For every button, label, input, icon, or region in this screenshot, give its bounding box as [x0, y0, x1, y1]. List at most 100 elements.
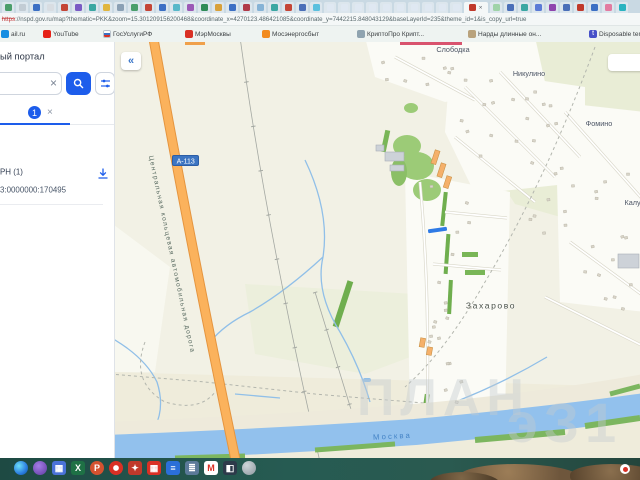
- browser-tab[interactable]: [602, 1, 614, 13]
- place-label-калуж: Калуж: [624, 199, 640, 207]
- tab-favicon: [186, 3, 194, 11]
- house-footprint: [489, 79, 494, 83]
- close-tab-icon[interactable]: ×: [47, 107, 53, 118]
- browser-tab[interactable]: [86, 1, 98, 13]
- house-footprint: [437, 280, 442, 285]
- excel-icon[interactable]: X: [71, 461, 85, 475]
- tab-favicon: [74, 3, 82, 11]
- results-tab[interactable]: 1 ×: [0, 103, 114, 125]
- browser-tab[interactable]: [352, 1, 364, 13]
- clear-search-icon[interactable]: ×: [50, 76, 57, 90]
- tab-favicon: [256, 3, 264, 11]
- browser-tab[interactable]: [2, 1, 14, 13]
- browser-tab[interactable]: [170, 1, 182, 13]
- cadastral-number-link[interactable]: 3:0000000:170495: [0, 186, 66, 195]
- bookmarks-bar[interactable]: ail.ru YouTube ГосУслугиРФ МэрМосквы Мосэнер…: [0, 26, 640, 42]
- browser-tab[interactable]: [198, 1, 210, 13]
- browser-tab-active[interactable]: ×: [464, 1, 488, 13]
- browser-tab[interactable]: [560, 1, 572, 13]
- browser-tab[interactable]: [504, 1, 516, 13]
- active-tab-underline: [0, 123, 70, 125]
- browser-tab[interactable]: [490, 1, 502, 13]
- tab-favicon: [424, 3, 432, 11]
- browser-tab-strip[interactable]: ×: [0, 0, 640, 13]
- house-footprint: [620, 307, 625, 311]
- browser-tab[interactable]: [114, 1, 126, 13]
- browser-tab[interactable]: [366, 1, 378, 13]
- browser-tab[interactable]: [100, 1, 112, 13]
- browser-tab[interactable]: [184, 1, 196, 13]
- browser-tab[interactable]: [16, 1, 28, 13]
- house-footprint: [431, 325, 436, 329]
- map-layers-control[interactable]: [608, 54, 640, 71]
- map-pin-tray-icon[interactable]: [620, 464, 630, 474]
- browser-tab[interactable]: [408, 1, 420, 13]
- browser-tab[interactable]: [546, 1, 558, 13]
- m-red-app-icon[interactable]: M: [204, 461, 218, 475]
- red-ring-app-icon[interactable]: [109, 461, 123, 475]
- blue-tiles-app-icon[interactable]: ▦: [52, 461, 66, 475]
- powerpoint-icon[interactable]: P: [90, 461, 104, 475]
- browser-tab[interactable]: [296, 1, 308, 13]
- browser-tab[interactable]: [268, 1, 280, 13]
- browser-tab[interactable]: [72, 1, 84, 13]
- bookmark-item[interactable]: КриптоПро Крипт...: [356, 28, 459, 40]
- photos-app-icon[interactable]: ◧: [223, 461, 237, 475]
- browser-tab[interactable]: [518, 1, 530, 13]
- map-canvas[interactable]: « А-113 Центральная кольцевая автомобиль…: [115, 42, 640, 458]
- browser-tab[interactable]: [44, 1, 56, 13]
- address-bar[interactable]: https://nspd.gov.ru/map?thematic=PKK&zoo…: [0, 13, 640, 26]
- browser-tab[interactable]: [532, 1, 544, 13]
- bookmark-favicon: [1, 30, 9, 38]
- gray-sphere-app-icon[interactable]: [242, 461, 256, 475]
- browser-tab[interactable]: [254, 1, 266, 13]
- red-road-fragment: [400, 42, 462, 45]
- purple-app-icon[interactable]: [33, 461, 47, 475]
- search-button[interactable]: [66, 72, 91, 95]
- bookmark-item[interactable]: YouTube: [42, 28, 94, 40]
- browser-tab[interactable]: [58, 1, 70, 13]
- bookmark-item[interactable]: ail.ru: [1, 28, 34, 40]
- taskbar-apps[interactable]: ▦ X P ✦ ▦ ≡ ≣ M ◧: [14, 461, 256, 475]
- blue-document-icon[interactable]: ≡: [166, 461, 180, 475]
- browser-tab[interactable]: [212, 1, 224, 13]
- search-sidebar: ый портал × 1 × РН (1) 3:0000000:170495: [0, 42, 115, 458]
- browser-tab[interactable]: [436, 1, 448, 13]
- browser-tab[interactable]: [128, 1, 140, 13]
- browser-tab[interactable]: [588, 1, 600, 13]
- browser-tab[interactable]: [156, 1, 168, 13]
- gray-spreadsheet-icon[interactable]: ≣: [185, 461, 199, 475]
- tab-favicon: [548, 3, 556, 11]
- bookmark-item[interactable]: tDisposable tempora...: [589, 28, 640, 40]
- browser-tab[interactable]: [142, 1, 154, 13]
- browser-tab[interactable]: [240, 1, 252, 13]
- browser-tab[interactable]: [450, 1, 462, 13]
- bookmark-item[interactable]: МэрМосквы: [185, 28, 253, 40]
- tab-favicon: [172, 3, 180, 11]
- house-footprint: [511, 97, 516, 102]
- sidebar-collapse-button[interactable]: «: [121, 52, 141, 70]
- download-icon[interactable]: [97, 168, 109, 180]
- edge-icon[interactable]: [14, 461, 28, 475]
- watermark-text: эЗ1: [507, 391, 623, 454]
- bookmark-item[interactable]: Мосэнергосбыт: [262, 28, 348, 40]
- filter-button[interactable]: [95, 72, 114, 95]
- bookmark-item[interactable]: Нарды длинные он...: [468, 28, 580, 40]
- browser-tab[interactable]: [226, 1, 238, 13]
- bookmark-item[interactable]: ГосУслугиРФ: [103, 28, 176, 40]
- taskbar[interactable]: ▦ X P ✦ ▦ ≡ ≣ M ◧: [0, 458, 640, 480]
- red-star-app-icon[interactable]: ✦: [128, 461, 142, 475]
- tab-favicon: [228, 3, 236, 11]
- browser-tab[interactable]: [30, 1, 42, 13]
- browser-tab[interactable]: [394, 1, 406, 13]
- browser-tab[interactable]: [282, 1, 294, 13]
- browser-tab[interactable]: [422, 1, 434, 13]
- browser-tab[interactable]: [324, 1, 336, 13]
- browser-tab[interactable]: [338, 1, 350, 13]
- browser-tab[interactable]: [616, 1, 628, 13]
- browser-tab[interactable]: [574, 1, 586, 13]
- red-grid-app-icon[interactable]: ▦: [147, 461, 161, 475]
- browser-tab[interactable]: [380, 1, 392, 13]
- tab-close-icon[interactable]: ×: [479, 4, 483, 10]
- browser-tab[interactable]: [310, 1, 322, 13]
